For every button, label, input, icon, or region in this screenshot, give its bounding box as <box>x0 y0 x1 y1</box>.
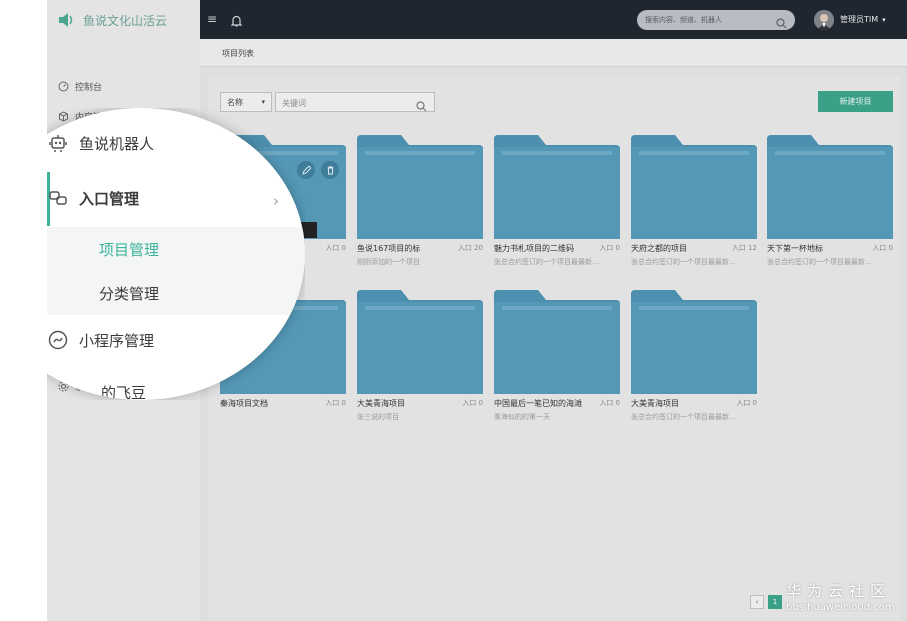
project-card[interactable]: 魅力书札项目的二维码 入口 0 张总合约签订的一个项目最最新… <box>494 135 620 269</box>
submenu-item-category[interactable]: 分类管理 <box>47 271 305 315</box>
avatar[interactable] <box>814 10 834 30</box>
search-icon[interactable] <box>416 97 427 116</box>
menu-item-label: 小程序管理 <box>79 331 155 350</box>
folder-icon <box>494 135 620 239</box>
global-search-input[interactable] <box>645 13 765 27</box>
project-entry-count: 入口 0 <box>325 244 346 252</box>
magnifier-circle: 鱼说机器人 入口管理 › 项目管理 分类管理 小程序管理 的飞豆 <box>47 108 305 400</box>
project-desc: 秦海似的的第一天 <box>494 413 550 421</box>
project-card[interactable]: 大美青海项目 入口 0 张总合约签订的一个项目最最新… <box>631 290 757 424</box>
project-entry-count: 入口 0 <box>462 399 483 407</box>
link-icon <box>47 187 69 209</box>
delete-icon[interactable] <box>321 161 339 179</box>
project-desc: 张三说的项目 <box>357 413 399 421</box>
project-card[interactable]: 天下第一杯地标 入口 0 张总合约签订的一个项目最最新… <box>767 135 893 269</box>
sidebar-item-label: 控制台 <box>75 83 103 93</box>
prev-page-button[interactable]: ‹ <box>750 595 764 609</box>
breadcrumb-current: 项目列表 <box>222 49 254 58</box>
project-desc: 张总合约签订的一个项目最最新… <box>631 413 736 421</box>
project-entry-count: 入口 0 <box>325 399 346 407</box>
new-project-button[interactable]: 新建项目 <box>818 91 893 112</box>
watermark: 华为云社区 bbs.huaweicloud.com <box>786 580 895 613</box>
topbar: ≡ 管理员TIM ▾ <box>200 0 907 39</box>
folder-icon <box>357 290 483 394</box>
brand-name: 鱼说文化山活云 <box>83 13 168 28</box>
menu-item-partial[interactable]: 的飞豆 <box>101 382 146 400</box>
project-card[interactable]: 鱼说167项目的标 入口 20 刚刚添加的一个项目 <box>357 135 483 269</box>
project-desc: 刚刚添加的一个项目 <box>357 258 420 266</box>
pagination: ‹ 1 <box>750 595 782 609</box>
project-desc: 张总合约签订的一个项目最最新… <box>494 258 599 266</box>
submenu-item-label: 项目管理 <box>99 240 160 259</box>
sidebar-item-dashboard[interactable]: 控制台 <box>57 80 102 93</box>
folder-icon <box>631 290 757 394</box>
project-title: 大美青海项目 <box>631 399 679 408</box>
robot-icon <box>47 132 69 154</box>
menu-item-robot[interactable]: 鱼说机器人 <box>47 132 154 154</box>
watermark-url: bbs.huaweicloud.com <box>786 602 895 613</box>
menu-item-label: 鱼说机器人 <box>79 134 155 153</box>
project-card[interactable]: 中国最后一笔已知的海滩 入口 0 秦海似的的第一天 <box>494 290 620 424</box>
project-title: 中国最后一笔已知的海滩 <box>494 399 582 408</box>
watermark-title: 华为云社区 <box>786 582 892 600</box>
project-card[interactable]: 大美青海项目 入口 0 张三说的项目 <box>357 290 483 424</box>
folder-icon <box>767 135 893 239</box>
dashboard-icon <box>57 81 69 93</box>
folder-icon <box>357 135 483 239</box>
speaker-logo-icon <box>57 12 75 28</box>
filter-field-value: 名称 <box>227 97 243 107</box>
chevron-right-icon: › <box>273 192 279 210</box>
project-title: 鱼说167项目的标 <box>357 244 421 253</box>
project-desc: 张总合约签订的一个项目最最新… <box>631 258 736 266</box>
folder-icon <box>631 135 757 239</box>
project-entry-count: 入口 20 <box>457 244 483 252</box>
project-entry-count: 入口 0 <box>599 244 620 252</box>
user-name: 管理员TIM <box>840 15 879 24</box>
user-menu[interactable]: 管理员TIM ▾ <box>840 14 886 25</box>
project-title: 天下第一杯地标 <box>767 244 823 253</box>
main-content: 项目列表 名称 ▾ 新建项目 入口 0 <box>200 39 907 621</box>
menu-item-mini-program[interactable]: 小程序管理 <box>47 329 154 351</box>
project-entry-count: 入口 0 <box>736 399 757 407</box>
menu-icon[interactable]: ≡ <box>207 12 217 26</box>
project-entry-count: 入口 0 <box>599 399 620 407</box>
global-search[interactable] <box>637 10 795 30</box>
project-entry-count: 入口 12 <box>731 244 757 252</box>
magnified-menu: 鱼说机器人 入口管理 › 项目管理 分类管理 小程序管理 的飞豆 <box>47 108 305 400</box>
page-button-current[interactable]: 1 <box>768 595 782 609</box>
submenu-item-project[interactable]: 项目管理 <box>47 227 305 271</box>
project-title: 魅力书札项目的二维码 <box>494 244 574 253</box>
breadcrumb: 项目列表 <box>200 39 907 67</box>
project-card[interactable]: 天府之都的项目 入口 12 张总合约签订的一个项目最最新… <box>631 135 757 269</box>
brand[interactable]: 鱼说文化山活云 <box>57 10 167 30</box>
project-desc: 张总合约签订的一个项目最最新… <box>767 258 872 266</box>
project-title: 大美青海项目 <box>357 399 405 408</box>
mini-program-icon <box>47 329 69 351</box>
submenu-item-label: 分类管理 <box>99 284 160 303</box>
menu-item-entry[interactable]: 入口管理 <box>47 187 139 209</box>
screenshot-stage: 鱼说文化山活云 控制台 内容管理 系统设置 ≡ <box>0 0 907 621</box>
menu-item-label: 入口管理 <box>79 189 140 208</box>
menu-item-label: 的飞豆 <box>101 384 147 400</box>
caret-down-icon: ▾ <box>261 98 265 106</box>
search-icon[interactable] <box>776 14 787 33</box>
project-entry-count: 入口 0 <box>872 244 893 252</box>
project-title: 天府之都的项目 <box>631 244 687 253</box>
bell-icon[interactable] <box>230 12 243 31</box>
folder-icon <box>494 290 620 394</box>
caret-down-icon: ▾ <box>882 15 886 24</box>
